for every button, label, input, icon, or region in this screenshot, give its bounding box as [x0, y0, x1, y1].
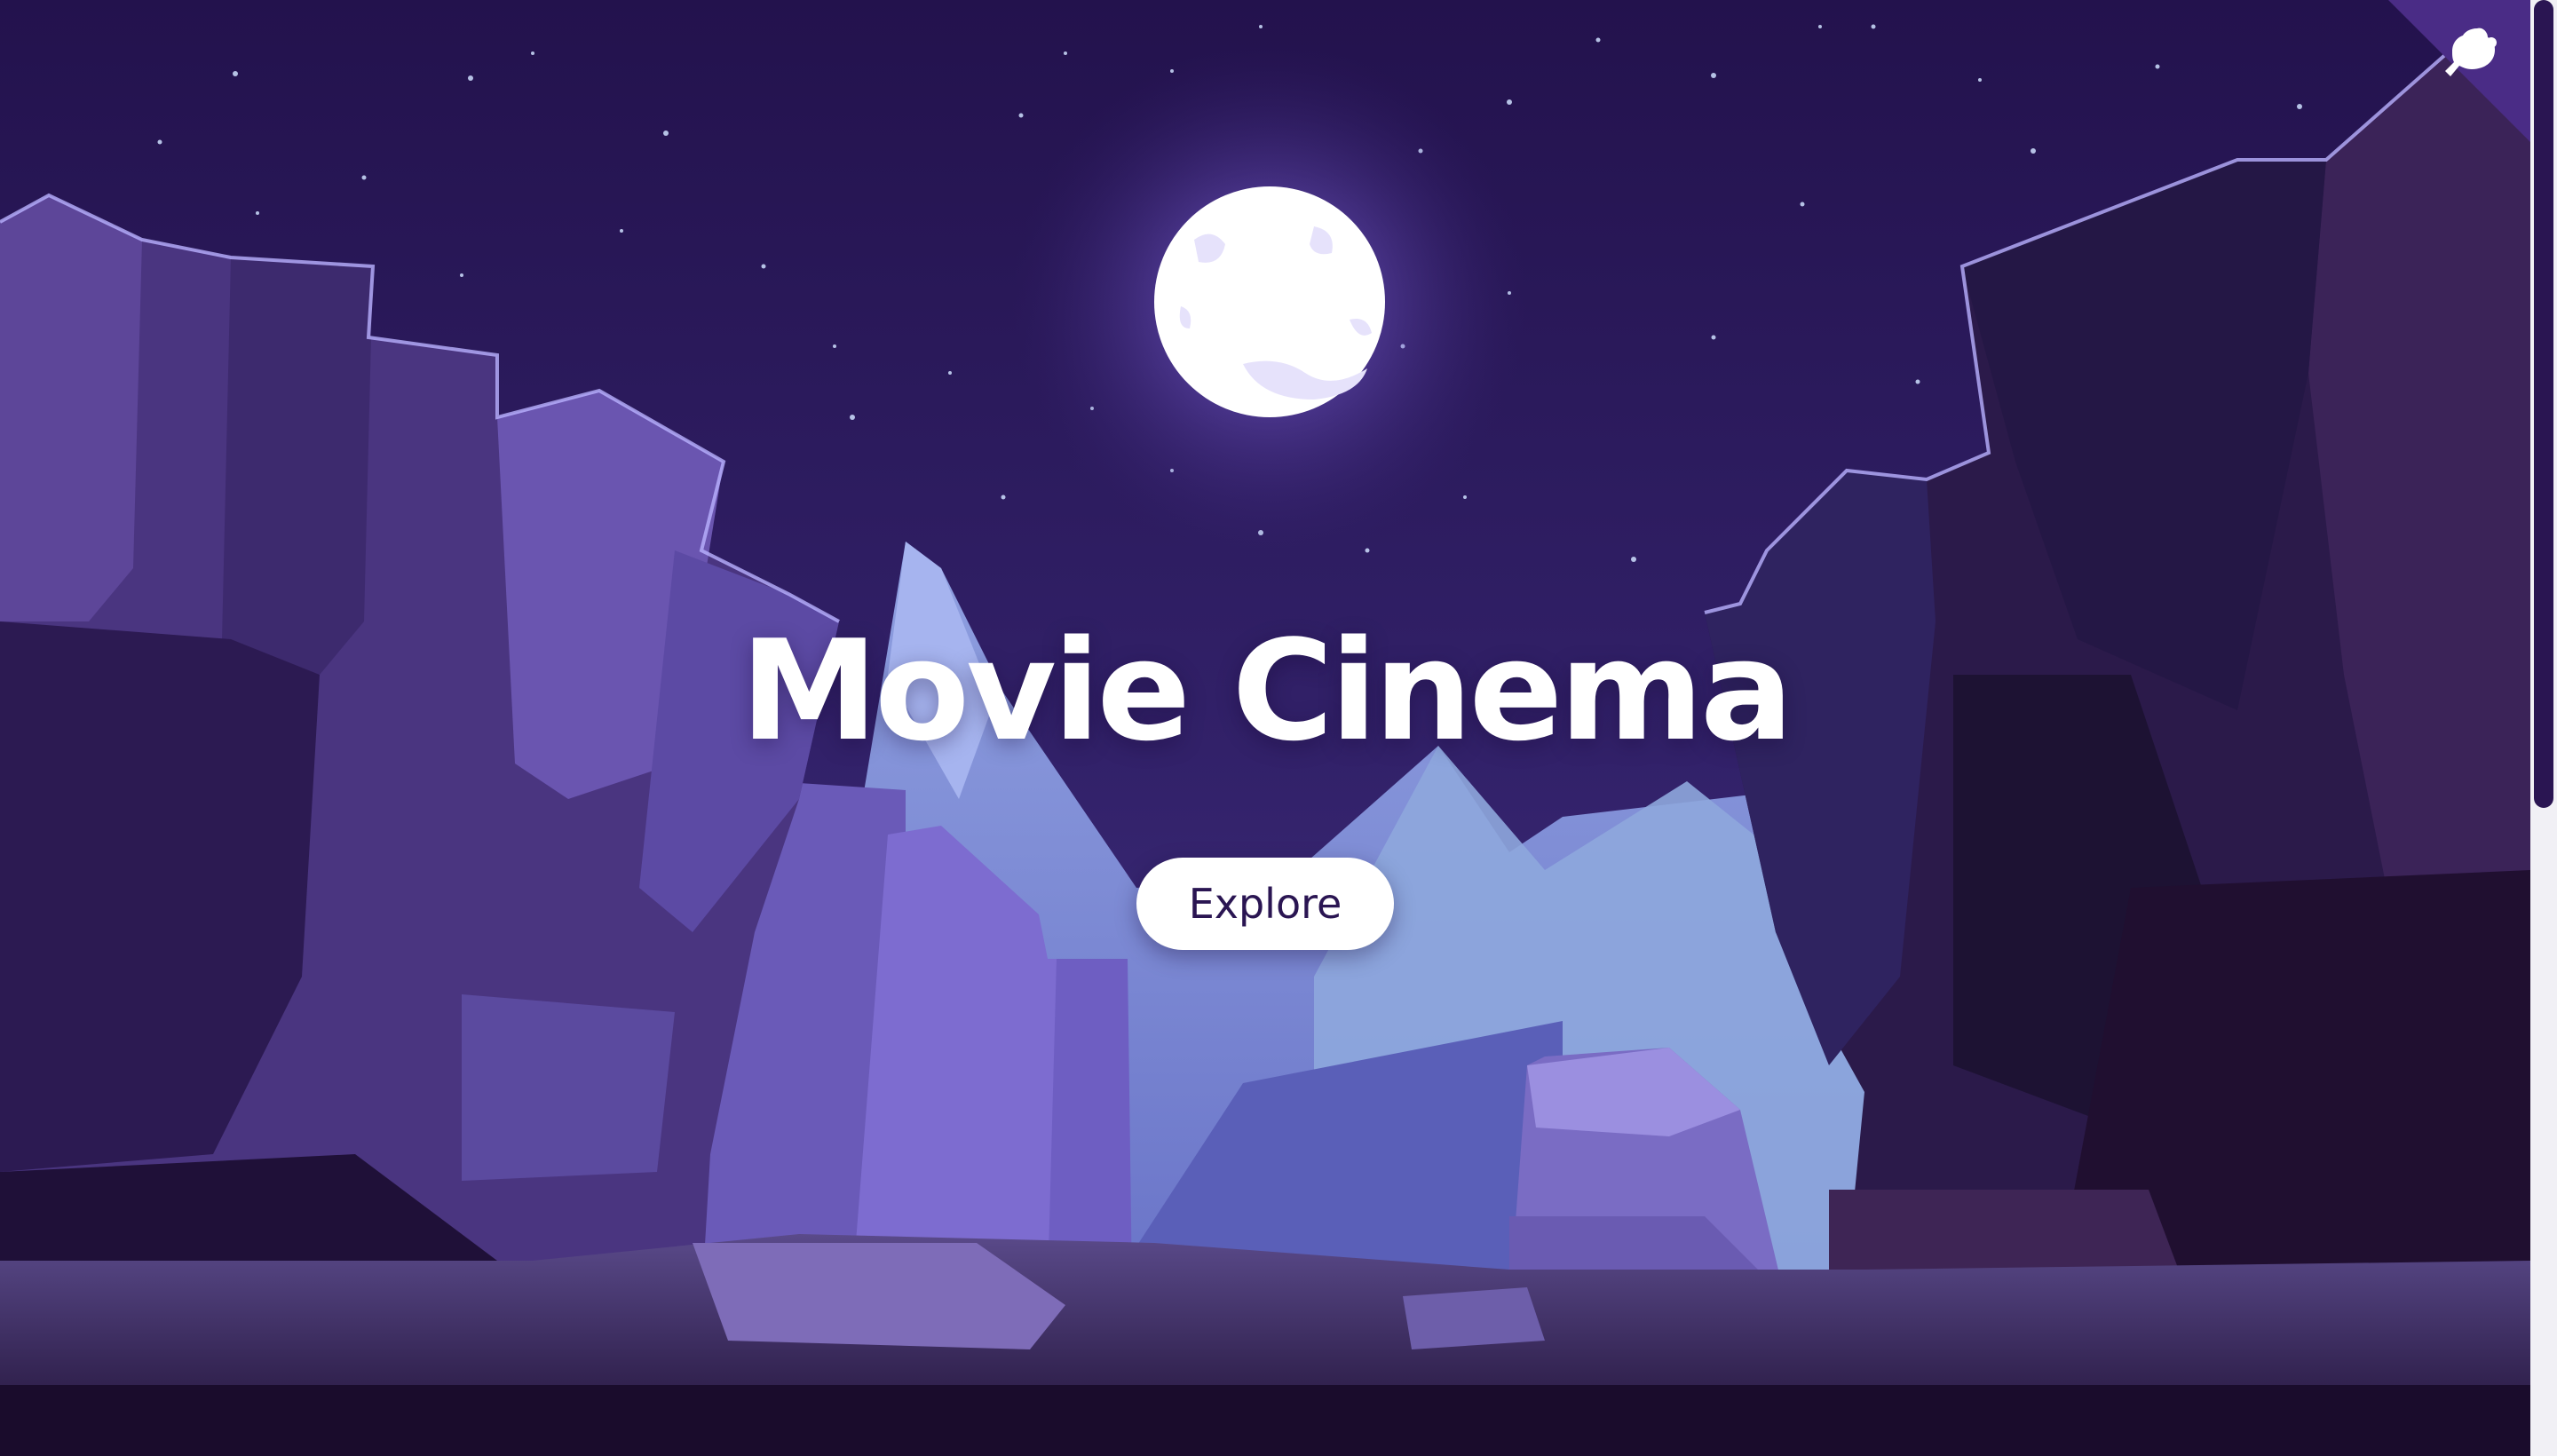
scrollbar-track[interactable]: [2530, 0, 2557, 1456]
hero-section: Movie Cinema Explore: [0, 0, 2530, 1456]
hero-title: Movie Cinema: [740, 610, 1793, 772]
explore-button[interactable]: Explore: [1136, 858, 1394, 950]
landing-page: Movie Cinema Explore: [0, 0, 2557, 1456]
scrollbar-thumb[interactable]: [2534, 0, 2553, 808]
github-cat-icon: [2388, 0, 2530, 142]
github-corner-link[interactable]: [2388, 0, 2530, 142]
